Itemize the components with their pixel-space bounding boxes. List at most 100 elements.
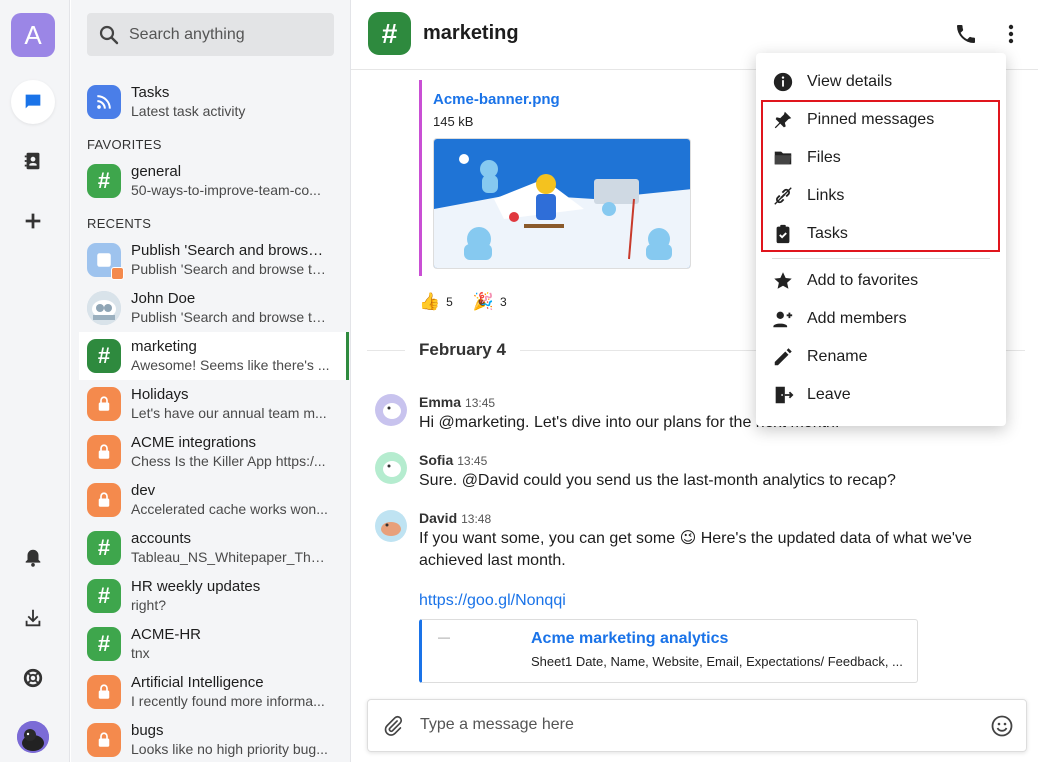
- user-avatar[interactable]: [17, 721, 49, 753]
- workspace-avatar[interactable]: A: [11, 13, 55, 57]
- reaction-thumbs-up[interactable]: 👍 5: [419, 292, 453, 312]
- conversation-item[interactable]: Artificial Intelligence I recently found…: [79, 668, 349, 716]
- conversation-item[interactable]: # HR weekly updates right?: [79, 572, 349, 620]
- pencil-icon: [774, 348, 792, 366]
- message-time: 13:48: [461, 512, 492, 526]
- conversation-subtitle: tnx: [131, 645, 150, 661]
- message-text: If you want some, you can get some 😉 Her…: [419, 530, 972, 569]
- section-favorites: FAVORITES: [87, 137, 162, 152]
- conversation-item-tasks[interactable]: Tasks Latest task activity: [79, 78, 349, 126]
- conversation-item[interactable]: dev Accelerated cache works won...: [79, 476, 349, 524]
- search-input[interactable]: Search anything: [87, 13, 334, 56]
- menu-item-label: Pinned messages: [807, 111, 935, 128]
- message-composer[interactable]: Type a message here: [367, 699, 1027, 752]
- conversation-item[interactable]: Holidays Let's have our annual team m...: [79, 380, 349, 428]
- party-popper-icon: 🎉: [472, 292, 495, 311]
- conversation-item[interactable]: Publish 'Search and browse ... Publish '…: [79, 236, 349, 284]
- attachment-filename[interactable]: Acme-banner.png: [433, 91, 560, 108]
- search-placeholder: Search anything: [129, 25, 245, 43]
- paperclip-icon[interactable]: [382, 715, 404, 737]
- download-icon[interactable]: [11, 596, 55, 640]
- menu-item-label: Links: [807, 187, 845, 204]
- message-author[interactable]: Sofia: [419, 452, 453, 468]
- conversation-title: accounts: [131, 530, 192, 547]
- link-icon: [774, 187, 792, 205]
- menu-item-rename[interactable]: Rename: [756, 338, 1006, 376]
- lock-icon: [87, 387, 121, 421]
- conversation-item[interactable]: bugs Looks like no high priority bug...: [79, 716, 349, 762]
- add-person-icon: [773, 311, 793, 328]
- task-tile-icon: [87, 243, 124, 280]
- chat-icon[interactable]: [11, 80, 55, 124]
- conversation-subtitle: Publish 'Search and browse ta...: [131, 261, 331, 277]
- conversation-subtitle: right?: [131, 597, 167, 613]
- conversation-subtitle: Tableau_NS_Whitepaper_The_...: [131, 549, 331, 565]
- link-preview-card[interactable]: — Acme marketing analytics Sheet1 Date, …: [419, 619, 918, 683]
- section-recents: RECENTS: [87, 216, 152, 231]
- avatar[interactable]: [375, 510, 407, 542]
- message-header: Emma 13:45: [419, 394, 495, 410]
- message-author[interactable]: David: [419, 510, 457, 526]
- message-input-placeholder[interactable]: Type a message here: [420, 716, 574, 734]
- reactions-bar: 👍 5 🎉 3: [419, 292, 527, 312]
- menu-divider: [772, 258, 990, 259]
- message-author[interactable]: Emma: [419, 394, 461, 410]
- folder-icon: [774, 151, 792, 165]
- phone-call-icon[interactable]: [954, 22, 978, 46]
- preview-description: Sheet1 Date, Name, Website, Email, Expec…: [531, 654, 903, 669]
- menu-item-add-to-favorites[interactable]: Add to favorites: [756, 262, 1006, 300]
- date-separator: February 4: [405, 340, 520, 360]
- message-time: 13:45: [465, 396, 496, 410]
- attachment-image[interactable]: [433, 138, 691, 269]
- conversation-item-general[interactable]: # general 50-ways-to-improve-team-co...: [79, 157, 349, 205]
- menu-item-leave[interactable]: Leave: [756, 376, 1006, 414]
- reaction-count: 3: [500, 295, 507, 309]
- help-lifebuoy-icon[interactable]: [11, 656, 55, 700]
- hash-channel-icon: #: [87, 531, 121, 565]
- more-vertical-icon[interactable]: [999, 22, 1023, 46]
- channel-hash-icon: #: [368, 12, 411, 55]
- thumbs-up-icon: 👍: [419, 292, 441, 311]
- hash-channel-icon: #: [87, 627, 121, 661]
- attachment-size: 145 kB: [433, 114, 474, 129]
- conversation-item-marketing[interactable]: # marketing Awesome! Seems like there's …: [79, 332, 349, 380]
- lock-icon: [87, 675, 121, 709]
- conversation-subtitle: Accelerated cache works won...: [131, 501, 328, 517]
- menu-item-links[interactable]: Links: [756, 177, 1006, 215]
- conversation-title: general: [131, 163, 182, 180]
- avatar[interactable]: [375, 394, 407, 426]
- conversation-item[interactable]: # ACME-HR tnx: [79, 620, 349, 668]
- conversation-title: John Doe: [131, 290, 196, 307]
- menu-item-pinned-messages[interactable]: Pinned messages: [756, 101, 1006, 139]
- clipboard-check-icon: [776, 224, 790, 244]
- conversation-item[interactable]: # accounts Tableau_NS_Whitepaper_The_...: [79, 524, 349, 572]
- file-attachment[interactable]: Acme-banner.png 145 kB: [419, 80, 691, 276]
- menu-item-tasks[interactable]: Tasks: [756, 215, 1006, 253]
- hash-channel-icon: #: [87, 164, 121, 198]
- message-link[interactable]: https://goo.gl/Nonqqi: [419, 592, 566, 610]
- conversation-subtitle: Chess Is the Killer App https:/...: [131, 453, 326, 469]
- lock-icon: [87, 723, 121, 757]
- preview-title[interactable]: Acme marketing analytics: [531, 630, 728, 648]
- reaction-party[interactable]: 🎉 3: [473, 292, 507, 312]
- add-icon[interactable]: [11, 199, 55, 243]
- conversation-subtitle: Looks like no high priority bug...: [131, 741, 328, 757]
- conversation-item[interactable]: ACME integrations Chess Is the Killer Ap…: [79, 428, 349, 476]
- left-rail: A: [0, 0, 70, 762]
- notification-bell-icon[interactable]: [11, 536, 55, 580]
- message-header: David 13:48: [419, 510, 491, 526]
- conversation-item[interactable]: John Doe Publish 'Search and browse ta..…: [79, 284, 349, 332]
- emoji-icon[interactable]: [990, 714, 1014, 738]
- conversation-subtitle: Publish 'Search and browse ta...: [131, 309, 331, 325]
- avatar[interactable]: [375, 452, 407, 484]
- contacts-icon[interactable]: [11, 139, 55, 183]
- message-time: 13:45: [457, 454, 488, 468]
- menu-item-add-members[interactable]: Add members: [756, 300, 1006, 338]
- menu-item-view-details[interactable]: View details: [756, 63, 1006, 101]
- search-icon: [99, 25, 119, 44]
- info-icon: [773, 72, 793, 92]
- page-title[interactable]: marketing: [423, 22, 519, 45]
- rss-feed-icon: [87, 85, 121, 119]
- star-icon: [774, 272, 792, 289]
- menu-item-files[interactable]: Files: [756, 139, 1006, 177]
